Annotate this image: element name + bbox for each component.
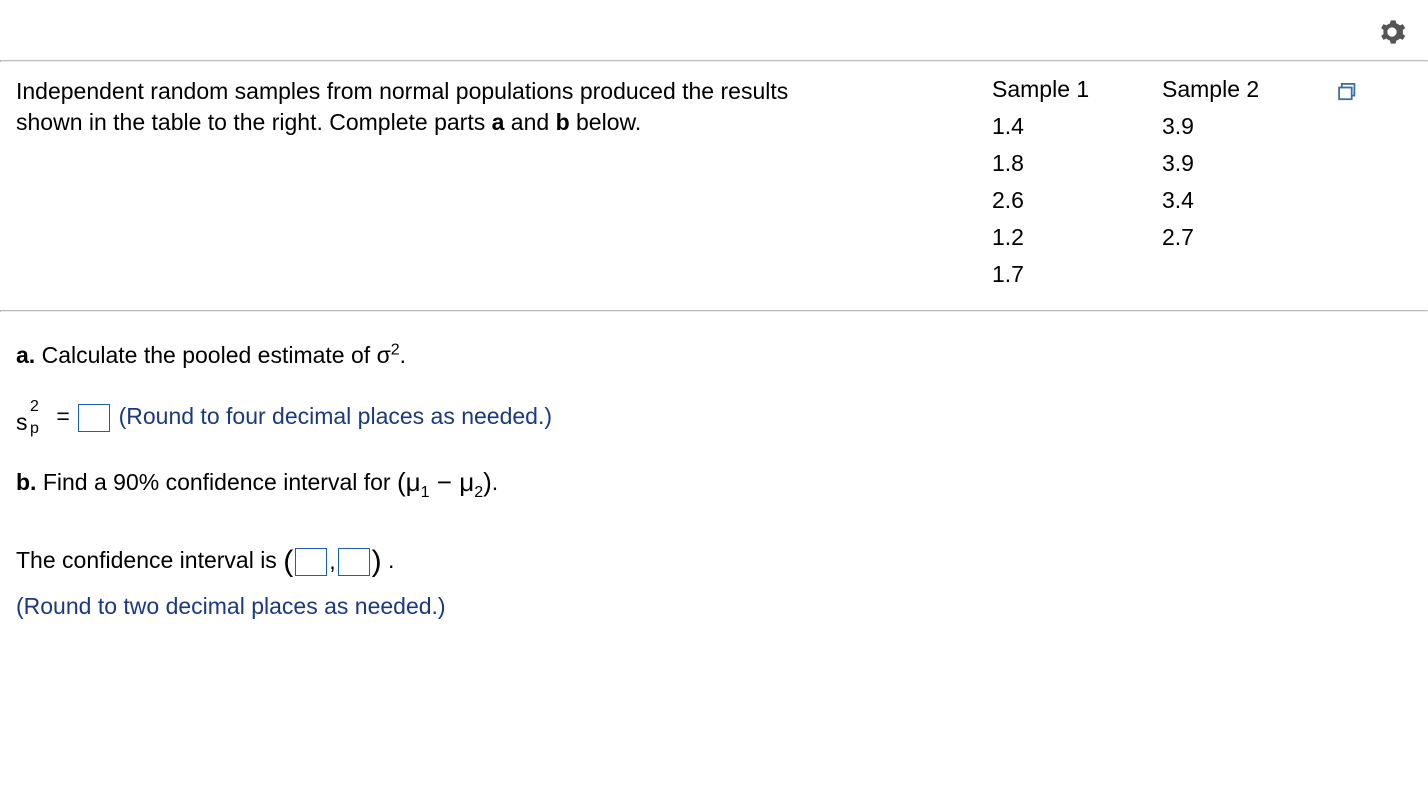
below-text: below.: [570, 109, 642, 135]
part-b-hint: (Round to two decimal places as needed.): [16, 589, 1412, 624]
ci-lower-input[interactable]: [295, 548, 327, 576]
paren-close: ): [372, 547, 382, 577]
sample1-val: 1.4: [992, 113, 1162, 140]
part-a-answer: s2p = (Round to four decimal places as n…: [16, 397, 1412, 439]
sample1-header: Sample 1: [992, 76, 1162, 103]
problem-block: Independent random samples from normal p…: [0, 62, 1428, 310]
gear-icon[interactable]: [1378, 18, 1406, 46]
paren-open: (: [283, 547, 293, 577]
top-bar: [0, 0, 1428, 60]
part-b-text: Find a 90% confidence interval for: [36, 469, 397, 495]
sample1-column: Sample 1 1.4 1.8 2.6 1.2 1.7: [992, 76, 1162, 288]
copy-icon[interactable]: [1338, 80, 1360, 98]
bold-a: a: [492, 109, 505, 135]
problem-line1: Independent random samples from normal p…: [16, 78, 788, 104]
ci-inputs: ( , ): [283, 544, 381, 579]
sample1-val: 1.7: [992, 261, 1162, 288]
sample1-val: 2.6: [992, 187, 1162, 214]
sample1-val: 1.8: [992, 150, 1162, 177]
ci-text: The confidence interval is: [16, 547, 283, 573]
sample2-column: Sample 2 3.9 3.9 3.4 2.7: [1162, 76, 1332, 288]
problem-line2: shown in the table to the right. Complet…: [16, 109, 492, 135]
ci-comma: ,: [329, 544, 335, 579]
part-a-text: Calculate the pooled estimate of: [35, 342, 376, 368]
equals: =: [56, 403, 76, 429]
sigma-squared: σ2: [377, 338, 400, 373]
part-a-period: .: [400, 342, 406, 368]
bold-b: b: [556, 109, 570, 135]
mu1-mu2: (μ1 − μ2): [397, 463, 492, 505]
sp2-input[interactable]: [78, 404, 110, 432]
ci-upper-input[interactable]: [338, 548, 370, 576]
sample1-val: 1.2: [992, 224, 1162, 251]
part-b-question: b. Find a 90% confidence interval for (μ…: [16, 463, 1412, 505]
sample2-val: 2.7: [1162, 224, 1332, 251]
and-text: and: [504, 109, 555, 135]
problem-statement: Independent random samples from normal p…: [16, 76, 962, 288]
part-b-label: b.: [16, 469, 36, 495]
part-a-question: a. Calculate the pooled estimate of σ2.: [16, 338, 1412, 373]
answers-block: a. Calculate the pooled estimate of σ2. …: [0, 312, 1428, 663]
part-a-hint: (Round to four decimal places as needed.…: [119, 403, 552, 429]
ci-period: .: [388, 547, 394, 573]
sample2-val: 3.9: [1162, 150, 1332, 177]
sample2-val: 3.4: [1162, 187, 1332, 214]
s-p-squared: s2p: [16, 397, 46, 439]
part-b-answer: The confidence interval is ( , ) .: [16, 543, 1412, 579]
part-a-label: a.: [16, 342, 35, 368]
data-table: Sample 1 1.4 1.8 2.6 1.2 1.7 Sample 2 3.…: [962, 76, 1412, 288]
part-b-period: .: [492, 469, 498, 495]
sample2-header: Sample 2: [1162, 76, 1332, 103]
sample2-val: 3.9: [1162, 113, 1332, 140]
